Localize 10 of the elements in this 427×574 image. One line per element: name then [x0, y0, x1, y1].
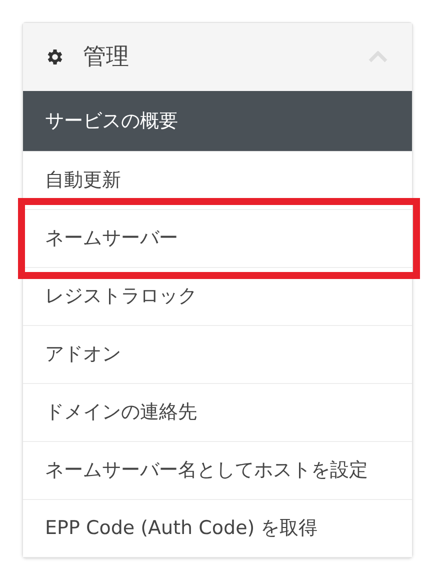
menu-item[interactable]: ネームサーバー名としてホストを設定	[23, 441, 412, 499]
menu-item[interactable]: サービスの概要	[23, 91, 412, 151]
menu-item[interactable]: ドメインの連絡先	[23, 383, 412, 441]
menu-item[interactable]: EPP Code (Auth Code) を取得	[23, 499, 412, 557]
panel-header[interactable]: 管理	[23, 23, 412, 91]
menu-item[interactable]: ネームサーバー	[23, 209, 412, 267]
menu-item[interactable]: アドオン	[23, 325, 412, 383]
settings-icon	[45, 47, 65, 67]
chevron-icon[interactable]	[368, 51, 388, 63]
panel-title: 管理	[83, 42, 129, 72]
